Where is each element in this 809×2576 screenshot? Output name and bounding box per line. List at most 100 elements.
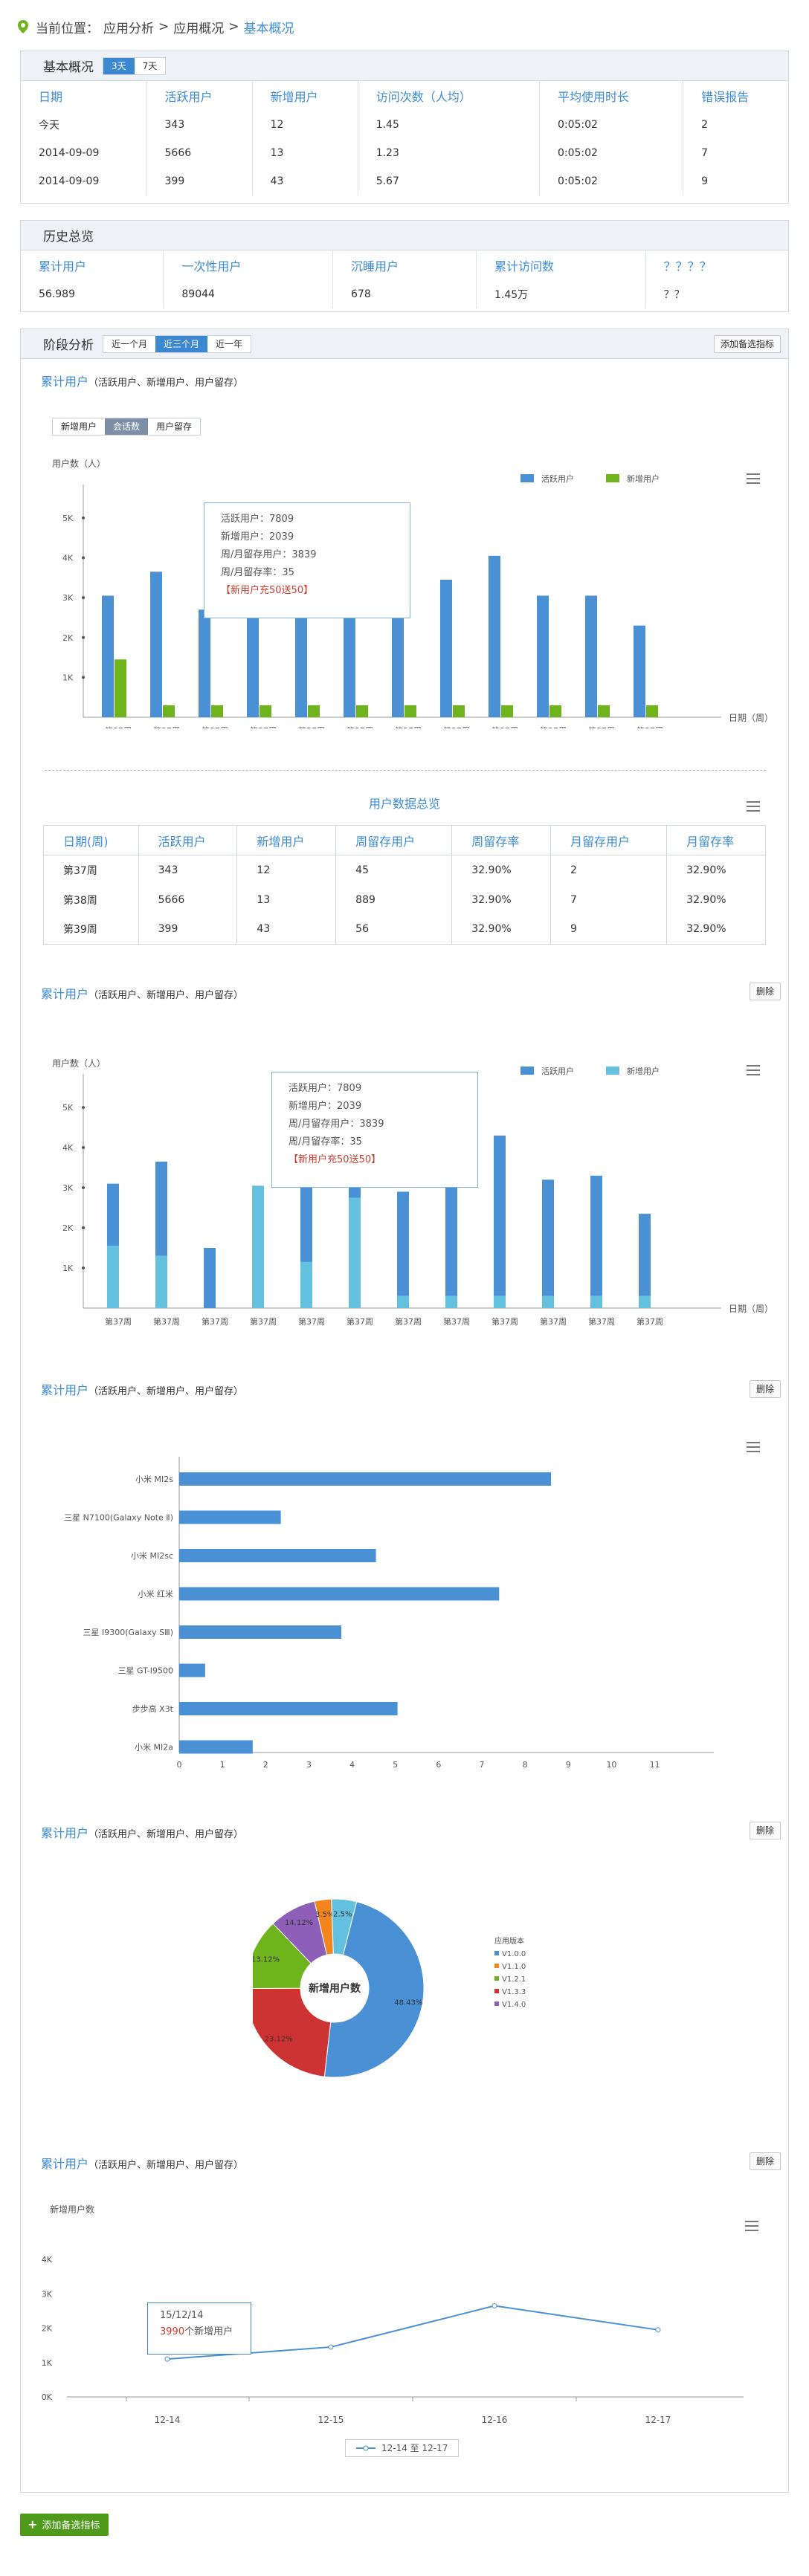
legend-title: 应用版本 bbox=[494, 1936, 524, 1946]
cell: 12 bbox=[252, 111, 358, 139]
x-tick-label: 第37周 bbox=[540, 725, 567, 728]
x-tick-label: 7 bbox=[480, 1760, 485, 1770]
tab-sessions[interactable]: 会话数 bbox=[105, 418, 149, 435]
cell: 2014-09-09 bbox=[21, 139, 147, 167]
x-tick-label: 第37周 bbox=[636, 725, 663, 728]
x-tick-label: 第37周 bbox=[153, 1316, 180, 1327]
x-tick-label: 12-16 bbox=[482, 2415, 508, 2425]
range-1y-button[interactable]: 近一年 bbox=[207, 335, 251, 352]
tooltip-value: 3990 bbox=[160, 2326, 185, 2337]
bar bbox=[179, 1549, 376, 1562]
legend-label: 活跃用户 bbox=[541, 473, 574, 484]
range-3m-button[interactable]: 近三个月 bbox=[155, 335, 208, 352]
col-header: 活跃用户 bbox=[146, 81, 253, 111]
cell: 399 bbox=[138, 914, 238, 945]
bar-active-users bbox=[295, 601, 307, 717]
y-tick-label: 2K bbox=[62, 633, 74, 643]
stage-header: 阶段分析 近一个月 近三个月 近一年 bbox=[21, 329, 788, 359]
series-point bbox=[164, 2356, 170, 2362]
cell: 32.90% bbox=[451, 855, 552, 885]
cell: 9 bbox=[701, 175, 709, 187]
x-tick-label: 第37周 bbox=[443, 725, 470, 728]
cell: 5666 bbox=[138, 884, 238, 915]
chart2-subtitle: （活跃用户、新增用户、用户留存） bbox=[88, 990, 244, 1001]
slice-label: 3.5% bbox=[315, 1911, 334, 1919]
slice-label: 23.12% bbox=[265, 2035, 293, 2043]
tooltip-date: 15/12/14 bbox=[160, 2310, 204, 2321]
cell: 13 bbox=[236, 884, 337, 915]
cell: 2014-09-09 bbox=[21, 167, 147, 195]
bar-new-users bbox=[549, 705, 561, 717]
legend-swatch bbox=[494, 1989, 499, 1993]
bar-active-users bbox=[102, 595, 114, 717]
table-row: 第38周 5666 13 889 32.90% 7 32.90% bbox=[43, 884, 766, 915]
bar-active-users bbox=[585, 595, 597, 717]
chart5-legend-label: 12-14 至 12-17 bbox=[381, 2443, 448, 2453]
tab-retention[interactable]: 用户留存 bbox=[148, 418, 201, 435]
breadcrumb-app-overview[interactable]: 应用概况 bbox=[173, 18, 224, 36]
range-1m-button[interactable]: 近一个月 bbox=[103, 335, 156, 352]
chart2-delete-button[interactable]: 删除 bbox=[750, 983, 781, 1000]
tooltip-value-line: 3990个新增用户 bbox=[160, 2324, 239, 2340]
bar bbox=[179, 1625, 342, 1639]
table-header-row: 日期 活跃用户 新增用户 访问次数（人均） 平均使用时长 错误报告 bbox=[21, 81, 788, 111]
bar-active-users bbox=[150, 572, 162, 717]
col-header: 日期(周) bbox=[43, 825, 139, 855]
col-header: 月留存用户 bbox=[550, 825, 668, 855]
x-tick-label: 12-14 bbox=[155, 2415, 181, 2425]
x-tick-label: 0 bbox=[177, 1760, 182, 1770]
range-3d-button[interactable]: 3天 bbox=[103, 57, 135, 74]
chart1-menu-icon[interactable] bbox=[747, 473, 760, 484]
tab-new-users[interactable]: 新增用户 bbox=[53, 418, 106, 435]
breadcrumb-sep: > bbox=[158, 19, 170, 34]
bar-new-users bbox=[598, 705, 610, 717]
y-tick-label: 4K bbox=[62, 1143, 74, 1153]
x-tick-label: 第37周 bbox=[540, 1316, 567, 1327]
chart2-menu-icon[interactable] bbox=[747, 1065, 760, 1075]
bar bbox=[179, 1510, 281, 1524]
table-header-row: 日期(周) 活跃用户 新增用户 周留存用户 周留存率 月留存用户 月留存率 bbox=[43, 825, 766, 855]
col-header: 平均使用时长 bbox=[539, 81, 684, 111]
y-tick-label: 5K bbox=[62, 514, 74, 523]
cell: 12 bbox=[236, 855, 337, 885]
basic-overview-table: 日期 活跃用户 新增用户 访问次数（人均） 平均使用时长 错误报告 今天 343… bbox=[21, 81, 788, 195]
y-tick-label: 0K bbox=[42, 2392, 53, 2402]
x-tick-label: 第37周 bbox=[202, 725, 228, 728]
y-tick-label: 步步高 X3t bbox=[132, 1703, 174, 1714]
breadcrumb-app-analysis[interactable]: 应用分析 bbox=[103, 18, 154, 36]
bar-new-users bbox=[107, 1246, 119, 1308]
chart4-donut-chart: 48.43% 23.12% 13.12% 14.12%3.5%2.5% 新增用户数 应用版… bbox=[253, 1898, 526, 2078]
chart5-delete-button[interactable]: 删除 bbox=[750, 2152, 781, 2170]
bar-new-users bbox=[542, 1295, 554, 1308]
x-tick-label: 2 bbox=[263, 1760, 268, 1770]
col-header: 新增用户 bbox=[236, 825, 337, 855]
series-point bbox=[655, 2327, 661, 2333]
basic-overview-panel: 基本概况 3天 7天 日期 活跃用户 新增用户 访问次数（人均） 平均使用时长 … bbox=[20, 51, 789, 204]
y-tick-label: 小米 MI2sc bbox=[131, 1551, 173, 1561]
table-header-row: 累计用户 一次性用户 沉睡用户 累计访问数 ？？？？ bbox=[21, 250, 788, 280]
range-7d-button[interactable]: 7天 bbox=[134, 57, 166, 74]
cell: ？？ bbox=[663, 289, 685, 301]
y-tick-label: 三星 N7100(Galaxy Note Ⅱ) bbox=[64, 1513, 173, 1523]
y-tick-label: 3K bbox=[42, 2289, 53, 2299]
add-metric-button[interactable]: 添加备选指标 bbox=[713, 335, 781, 353]
col-header: 月留存率 bbox=[666, 825, 766, 855]
chart5-legend[interactable]: 12-14 至 12-17 bbox=[345, 2439, 460, 2457]
cell: 32.90% bbox=[451, 884, 552, 915]
bar-new-users bbox=[252, 1185, 264, 1308]
tooltip-line: 周/月留存用户：3839 bbox=[221, 549, 317, 560]
legend-swatch bbox=[494, 1964, 499, 1968]
add-metric-bottom-button[interactable]: + 添加备选指标 bbox=[20, 2514, 109, 2536]
y-axis-label: 新增用户数 bbox=[50, 2204, 94, 2215]
chart4-delete-button[interactable]: 删除 bbox=[750, 1822, 781, 1839]
x-tick-label: 11 bbox=[650, 1760, 660, 1770]
y-tick-label: 小米 红米 bbox=[138, 1590, 174, 1599]
cell: 32.90% bbox=[666, 855, 766, 885]
summary-menu-icon[interactable] bbox=[747, 801, 760, 812]
bar-active-users bbox=[639, 1214, 651, 1296]
bar-active-users bbox=[107, 1183, 119, 1246]
series-point bbox=[328, 2344, 334, 2350]
x-axis-label: 日期（周） bbox=[729, 1304, 773, 1314]
chart3-delete-button[interactable]: 删除 bbox=[750, 1380, 781, 1398]
x-tick-label: 第37周 bbox=[105, 1316, 132, 1327]
